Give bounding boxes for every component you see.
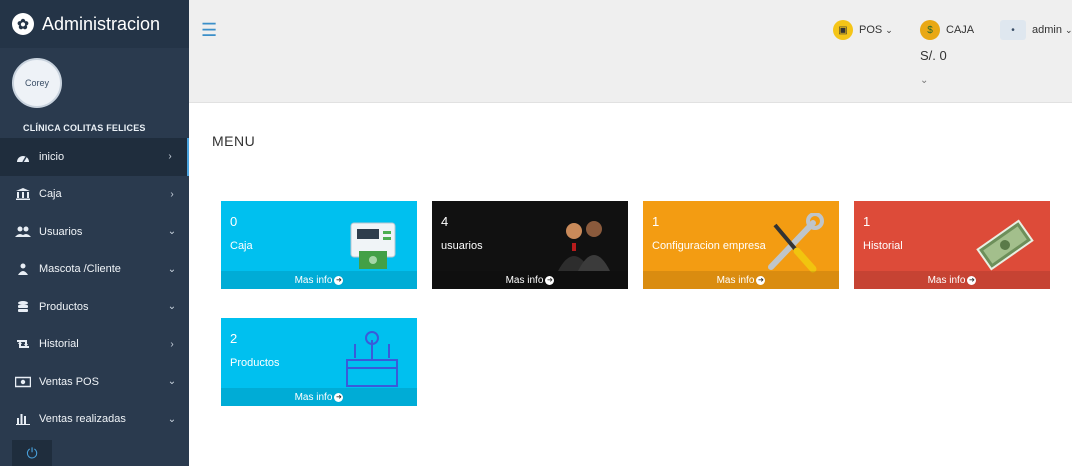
tile-usuarios[interactable]: 4 usuarios Mas info ➜ xyxy=(432,201,628,289)
tile-historial[interactable]: 1 Historial Mas info ➜ xyxy=(854,201,1050,289)
sidebar-item-label: Ventas realizadas xyxy=(39,413,126,426)
avatar-area: Corey xyxy=(0,48,189,118)
gear-icon: ✿ xyxy=(12,13,34,35)
tile-productos[interactable]: 2 Productos Mas info ➜ xyxy=(221,318,417,406)
more-info-link[interactable]: Mas info ➜ xyxy=(221,271,417,289)
chevron-down-icon: ⌄ xyxy=(167,413,177,425)
tile-value: 1 xyxy=(652,214,660,229)
more-info-label: Mas info xyxy=(294,274,333,286)
more-info-label: Mas info xyxy=(927,274,966,286)
sidebar-item-caja[interactable]: Caja › xyxy=(0,176,189,214)
pos-icon: ▣ xyxy=(833,20,853,40)
tile-label: Configuracion empresa xyxy=(652,240,766,252)
sidebar-item-historial[interactable]: Historial › xyxy=(0,326,189,364)
tile-label: Caja xyxy=(230,240,253,252)
tile-caja[interactable]: 0 Caja Mas info ➜ xyxy=(221,201,417,289)
more-info-label: Mas info xyxy=(505,274,544,286)
more-info-link[interactable]: Mas info ➜ xyxy=(221,388,417,406)
tile-label: Productos xyxy=(230,357,280,369)
pos-label: POS xyxy=(859,24,883,36)
sidebar-item-label: Ventas POS xyxy=(39,375,99,388)
sidebar-menu: inicio › Caja › Usuarios ⌄ Mascota /Clie… xyxy=(0,138,189,438)
dashboard-icon xyxy=(15,151,31,163)
more-info-label: Mas info xyxy=(294,391,333,403)
chevron-down-icon[interactable]: ⌄ xyxy=(920,75,928,86)
database-icon xyxy=(15,300,31,313)
hamburger-menu-icon[interactable]: ☰ xyxy=(201,20,217,41)
users-icon xyxy=(15,226,31,238)
app-title: Administracion xyxy=(42,13,161,34)
top-navbar: ☰ ▣ POS ⌄ $ CAJA • admin ⌄ S/. 0 ⌄ xyxy=(189,0,1072,103)
more-info-label: Mas info xyxy=(716,274,755,286)
sidebar-item-usuarios[interactable]: Usuarios ⌄ xyxy=(0,213,189,251)
chevron-right-icon: › xyxy=(170,188,174,200)
tile-value: 1 xyxy=(863,214,871,229)
arrow-right-circle-icon: ➜ xyxy=(545,275,555,285)
arrow-right-circle-icon: ➜ xyxy=(967,275,977,285)
user-avatar-icon: • xyxy=(1000,20,1026,40)
bank-icon xyxy=(15,188,31,201)
money-icon xyxy=(15,376,31,388)
sidebar-item-label: inicio xyxy=(39,150,65,163)
chevron-down-icon: ⌄ xyxy=(885,24,893,35)
tools-icon xyxy=(768,213,824,273)
admin-menu[interactable]: • admin ⌄ xyxy=(1000,20,1072,40)
tile-value: 2 xyxy=(230,331,238,346)
chevron-down-icon: ⌄ xyxy=(167,263,177,275)
pet-icon xyxy=(15,263,31,276)
sidebar-item-label: Mascota /Cliente xyxy=(39,263,121,276)
avatar[interactable]: Corey xyxy=(12,58,62,108)
sidebar-item-label: Usuarios xyxy=(39,225,83,238)
chevron-right-icon: › xyxy=(168,151,172,163)
chevron-right-icon: › xyxy=(170,338,174,350)
tile-value: 0 xyxy=(230,214,238,229)
sidebar-item-productos[interactable]: Productos ⌄ xyxy=(0,288,189,326)
atm-icon xyxy=(350,222,396,269)
chevron-down-icon: ⌄ xyxy=(167,226,177,238)
sidebar-item-label: Historial xyxy=(39,338,79,351)
caja-menu[interactable]: $ CAJA xyxy=(920,20,974,40)
caja-label: CAJA xyxy=(946,24,975,36)
product-box-icon xyxy=(346,331,398,387)
power-icon[interactable]: ⏻ xyxy=(12,440,52,466)
brand[interactable]: ✿ Administracion xyxy=(0,0,189,48)
admin-label: admin xyxy=(1032,24,1062,36)
more-info-link[interactable]: Mas info ➜ xyxy=(432,271,628,289)
money-bag-icon: $ xyxy=(920,20,940,40)
sidebar-item-ventas-pos[interactable]: Ventas POS ⌄ xyxy=(0,363,189,401)
tile-label: Historial xyxy=(863,240,903,252)
tile-label: usuarios xyxy=(441,240,483,252)
arrow-right-circle-icon: ➜ xyxy=(334,392,344,402)
arrow-right-circle-icon: ➜ xyxy=(334,275,344,285)
sidebar-item-label: Productos xyxy=(39,300,89,313)
retweet-icon xyxy=(15,338,31,350)
bar-chart-icon xyxy=(15,413,31,426)
more-info-link[interactable]: Mas info ➜ xyxy=(854,271,1050,289)
chevron-down-icon: ⌄ xyxy=(167,376,177,388)
sidebar-item-label: Caja xyxy=(39,188,62,201)
clinic-name: CLÍNICA COLITAS FELICES xyxy=(23,123,146,133)
sidebar-item-mascota-cliente[interactable]: Mascota /Cliente ⌄ xyxy=(0,251,189,289)
chevron-down-icon: ⌄ xyxy=(1064,24,1072,35)
pos-menu[interactable]: ▣ POS ⌄ xyxy=(833,20,893,40)
tile-value: 4 xyxy=(441,214,449,229)
avatar-text: Corey xyxy=(24,78,49,88)
page-title: MENU xyxy=(212,133,256,149)
tile-configuracion-empresa[interactable]: 1 Configuracion empresa Mas info ➜ xyxy=(643,201,839,289)
caja-amount: S/. 0 xyxy=(920,48,947,63)
sidebar-item-ventas-realizadas[interactable]: Ventas realizadas ⌄ xyxy=(0,401,189,439)
arrow-right-circle-icon: ➜ xyxy=(756,275,766,285)
more-info-link[interactable]: Mas info ➜ xyxy=(643,271,839,289)
sidebar-item-inicio[interactable]: inicio › xyxy=(0,138,189,176)
sidebar: ✿ Administracion Corey CLÍNICA COLITAS F… xyxy=(0,0,189,466)
users-group-icon xyxy=(558,221,610,271)
money-stack-icon xyxy=(976,219,1034,271)
chevron-down-icon: ⌄ xyxy=(167,301,177,313)
